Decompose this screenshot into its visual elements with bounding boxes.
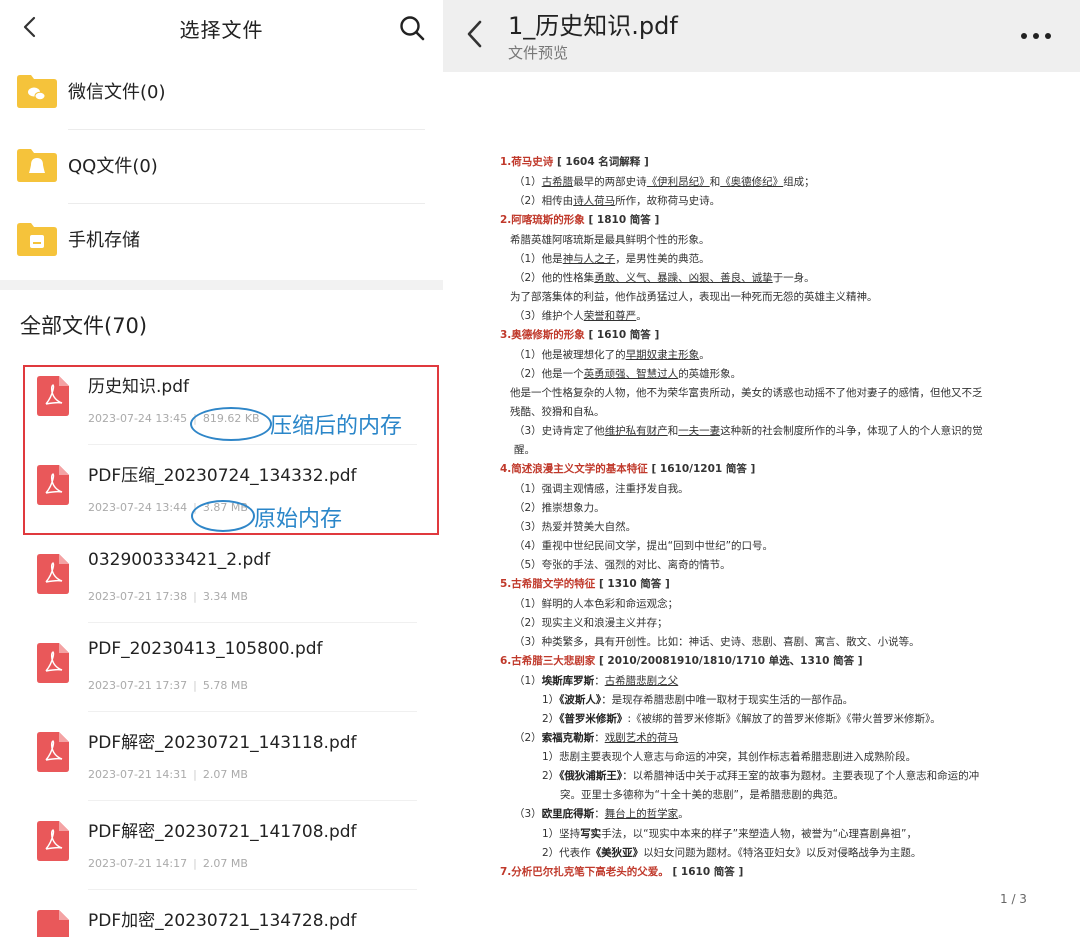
doc-line: （2）他的性格集勇敢、义气、暴躁、凶狠、善良、诚挚于一身。 [514, 272, 815, 284]
file-size: 3.34 MB [202, 590, 248, 603]
page-indicator: 1 / 3 [1000, 892, 1027, 906]
file-name: PDF加密_20230721_134728.pdf [88, 911, 357, 931]
doc-line: （2）相传由诗人荷马所作，故称荷马史诗。 [514, 195, 721, 207]
doc-line: （4）重视中世纪民间文学，提出“回到中世纪”的口号。 [514, 540, 774, 552]
section-separator [0, 280, 443, 290]
file-name: 032900333421_2.pdf [88, 550, 271, 570]
source-label: 微信文件(0) [68, 82, 166, 103]
preview-subtitle: 文件预览 [508, 44, 569, 62]
doc-line: 1）悲剧主要表现个人意志与命运的冲突，其创作标志着希腊悲剧进入成熟阶段。 [542, 751, 917, 763]
file-row[interactable]: PDF加密_20230721_134728.pdf [0, 890, 443, 937]
doc-heading: 3.奥德修斯的形象 [ 1610 简答 ] [500, 329, 660, 341]
doc-line: 为了部落集体的利益，他作战勇猛过人，表现出一种死而无怨的英雄主义精神。 [510, 291, 878, 303]
file-picker-header: 选择文件 [0, 0, 443, 56]
doc-heading: 6.古希腊三大悲剧家 [ 2010/20081910/1810/1710 单选、… [500, 655, 863, 667]
doc-heading: 7.分析巴尔扎克笔下高老头的父爱。 [ 1610 简答 ] [500, 866, 744, 878]
file-date: 2023-07-21 17:37 [88, 679, 188, 692]
doc-line: （1）强调主观情感，注重抒发自我。 [514, 483, 689, 495]
source-label: 手机存储 [68, 230, 140, 251]
pdf-file-icon [37, 643, 69, 683]
doc-line: 突。亚里士多德称为“十全十美的悲剧”，是希腊悲剧的典范。 [560, 789, 844, 801]
pdf-file-icon [37, 821, 69, 861]
doc-line: （3）热爱并赞美大自然。 [514, 521, 637, 533]
file-row[interactable]: PDF_20230413_105800.pdf 2023-07-21 17:37… [0, 623, 443, 712]
source-wechat[interactable]: 微信文件(0) [0, 56, 443, 130]
doc-line: 他是一个性格复杂的人物，他不为荣华富贵所动，美女的诱惑也动摇不了他对妻子的感情，… [510, 387, 983, 399]
doc-heading: 2.阿喀琉斯的形象 [ 1810 简答 ] [500, 214, 660, 226]
doc-line: 2）《普罗米修斯》:《被绑的普罗米修斯》《解放了的普罗米修斯》《带火普罗米修斯》… [542, 713, 941, 725]
file-meta: 2023-07-21 17:38 | 3.34 MB [88, 590, 248, 603]
wechat-folder-icon [17, 75, 57, 108]
doc-line: 希腊英雄阿喀琉斯是最具鲜明个性的形象。 [510, 234, 710, 246]
doc-line: 1）坚持写实手法，以“现实中本来的样子”来塑造人物，被誉为“心理喜剧鼻祖”， [542, 828, 917, 840]
doc-heading: 4.简述浪漫主义文学的基本特征 [ 1610/1201 简答 ] [500, 463, 756, 475]
file-meta: 2023-07-21 17:37 | 5.78 MB [88, 679, 248, 692]
page-title: 选择文件 [179, 18, 264, 42]
annotation-original: 原始内存 [254, 507, 343, 532]
file-preview-panel: 1_历史知识.pdf 文件预览 1.荷马史诗 [ 1604 名词解释 ] （1）… [443, 0, 1080, 937]
doc-line: （2）推崇想象力。 [514, 502, 605, 514]
doc-line: （2）现实主义和浪漫主义并存； [514, 617, 668, 629]
doc-line: （3）维护个人荣誉和尊严。 [514, 310, 647, 322]
back-arrow-icon[interactable] [463, 18, 489, 50]
annotation-compressed: 压缩后的内存 [270, 414, 403, 439]
doc-line: （1）他是被理想化了的早期奴隶主形象。 [514, 349, 710, 361]
doc-heading: 1.荷马史诗 [ 1604 名词解释 ] [500, 156, 649, 168]
preview-title: 1_历史知识.pdf [508, 12, 678, 40]
doc-line: （2）索福克勒斯：戏剧艺术的荷马 [514, 732, 679, 744]
file-row[interactable]: PDF解密_20230721_141708.pdf 2023-07-21 14:… [0, 801, 443, 890]
doc-line: （5）夸张的手法、强烈的对比、离奇的情节。 [514, 559, 731, 571]
file-name: PDF解密_20230721_143118.pdf [88, 733, 357, 753]
doc-line: （3）种类繁多，具有开创性。比如：神话、史诗、悲剧、喜剧、寓言、散文、小说等。 [514, 636, 920, 648]
pdf-file-icon [37, 554, 69, 594]
pdf-file-icon [37, 732, 69, 772]
doc-line: 残酷、狡猾和自私。 [510, 406, 605, 418]
file-row[interactable]: PDF解密_20230721_143118.pdf 2023-07-21 14:… [0, 712, 443, 801]
file-size: 2.07 MB [202, 857, 248, 870]
doc-line: （1）他是神与人之子，是男性美的典范。 [514, 253, 710, 265]
doc-line: 2）《俄狄浦斯王》：以希腊神话中关于忒拜王室的故事为题材。主要表现了个人意志和命… [542, 770, 980, 782]
qq-folder-icon [17, 149, 57, 182]
pdf-file-icon [37, 910, 69, 937]
file-name: PDF解密_20230721_141708.pdf [88, 822, 357, 842]
file-size: 2.07 MB [202, 768, 248, 781]
file-date: 2023-07-21 14:31 [88, 768, 188, 781]
file-meta: 2023-07-21 14:17 | 2.07 MB [88, 857, 248, 870]
file-picker-panel: 选择文件 微信文件(0) QQ文件(0) 手机存储 全部文件(70) 历史知识.… [0, 0, 443, 937]
preview-header: 1_历史知识.pdf 文件预览 [443, 0, 1080, 72]
size-highlight-ellipse [191, 500, 255, 532]
source-qq[interactable]: QQ文件(0) [0, 130, 443, 204]
doc-heading: 5.古希腊文学的特征 [ 1310 简答 ] [500, 578, 670, 590]
search-icon[interactable] [398, 14, 426, 42]
file-date: 2023-07-21 17:38 [88, 590, 188, 603]
doc-line: （1）古希腊最早的两部史诗《伊利昂纪》和《奥德修纪》组成； [514, 176, 815, 188]
source-phone-storage[interactable]: 手机存储 [0, 204, 443, 278]
phone-storage-folder-icon [17, 223, 57, 256]
file-name: PDF_20230413_105800.pdf [88, 639, 323, 659]
doc-line: 醒。 [514, 444, 535, 456]
file-meta: 2023-07-21 14:31 | 2.07 MB [88, 768, 248, 781]
more-options-icon[interactable] [1020, 32, 1052, 40]
doc-line: （2）他是一个英勇顽强、智慧过人的英雄形象。 [514, 368, 742, 380]
source-label: QQ文件(0) [68, 156, 158, 177]
size-highlight-ellipse [190, 407, 272, 441]
doc-line: （3）史诗肯定了他维护私有财产和一夫一妻这种新的社会制度所作的斗争，体现了人的个… [514, 425, 983, 437]
doc-line: （1）埃斯库罗斯：古希腊悲剧之父 [514, 675, 679, 687]
file-date: 2023-07-21 14:17 [88, 857, 188, 870]
file-size: 5.78 MB [202, 679, 248, 692]
all-files-heading: 全部文件(70) [20, 314, 148, 338]
doc-line: （3）欧里庇得斯：舞台上的哲学家。 [514, 808, 689, 820]
doc-line: 1）《波斯人》：是现存希腊悲剧中唯一取材于现实生活的一部作品。 [542, 694, 854, 706]
doc-line: 2）代表作《美狄亚》以妇女问题为题材。《特洛亚妇女》以反对侵略战争为主题。 [542, 847, 922, 859]
file-row[interactable]: 032900333421_2.pdf 2023-07-21 17:38 | 3.34… [0, 534, 443, 623]
doc-line: （1）鲜明的人本色彩和命运观念； [514, 598, 679, 610]
